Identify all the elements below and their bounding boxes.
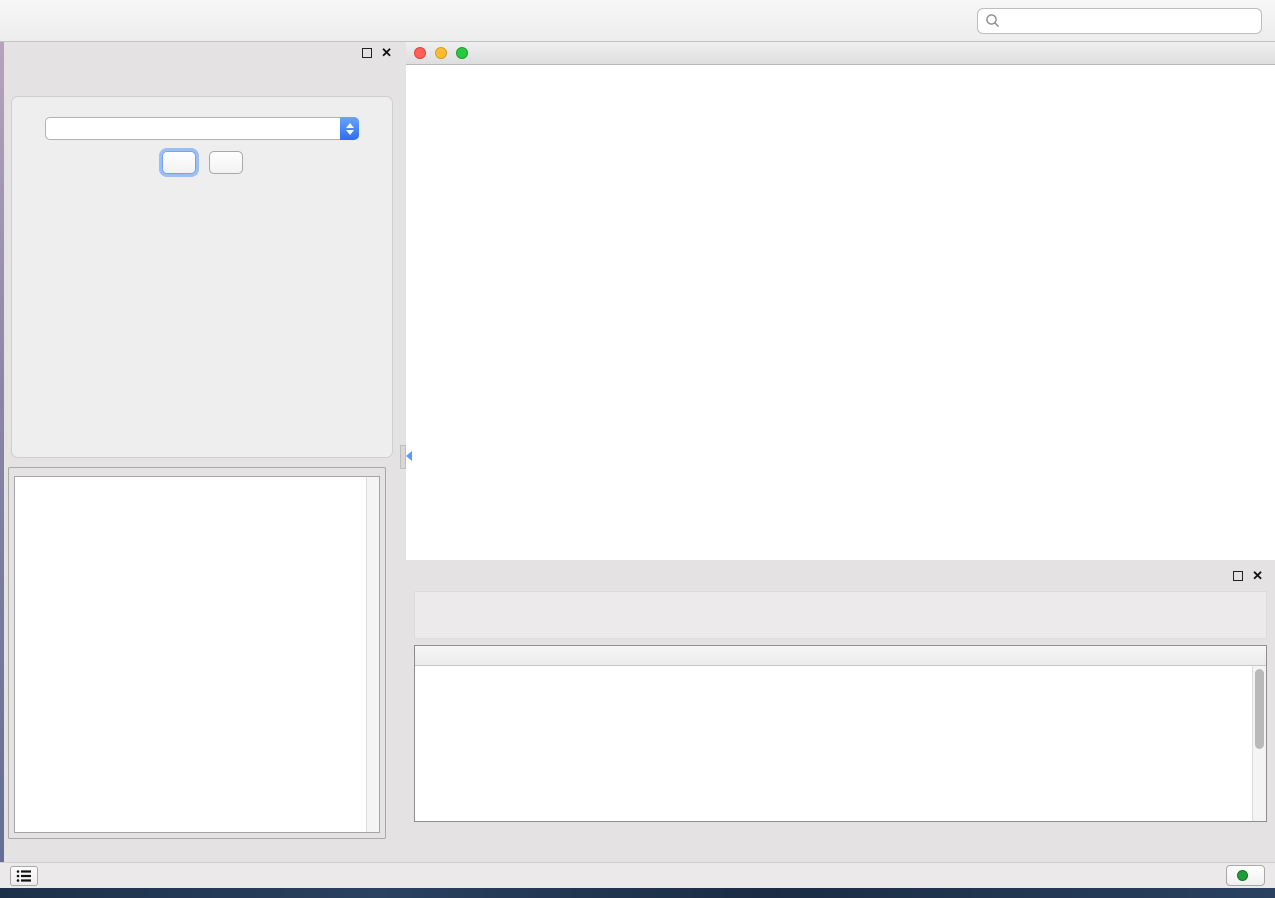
search-field[interactable]: [977, 8, 1262, 34]
table-toolbar: [414, 591, 1267, 639]
run-mcds-button[interactable]: [162, 151, 196, 174]
float-table-panel-icon[interactable]: [1233, 571, 1243, 581]
mcds-tab-panel: [11, 96, 393, 458]
main-toolbar: [0, 0, 1275, 42]
table-scrollbar[interactable]: [1252, 666, 1266, 821]
table-panel: ✕: [406, 565, 1275, 862]
float-panel-icon[interactable]: [362, 48, 372, 58]
dropdown-stepper-icon: [340, 117, 359, 140]
panel-menu-button[interactable]: [10, 866, 38, 886]
maximize-window-icon[interactable]: [456, 47, 468, 59]
network-titlebar[interactable]: [406, 42, 1275, 65]
network-window: [406, 42, 1275, 560]
table-header-row: [415, 646, 1266, 666]
mcds-result-group: [8, 467, 386, 839]
mcds-result-list: [14, 476, 380, 833]
network-canvas[interactable]: [406, 65, 1275, 560]
close-panel-icon[interactable]: ✕: [381, 48, 392, 58]
search-icon: [985, 13, 1001, 29]
status-bar: [0, 862, 1275, 888]
memory-button[interactable]: [1226, 865, 1265, 886]
control-panel-titlebar: ✕: [4, 42, 400, 68]
table-body: [415, 666, 1252, 821]
table-scrollbar-thumb[interactable]: [1255, 669, 1264, 749]
minimize-window-icon[interactable]: [435, 47, 447, 59]
control-panel: ✕: [4, 42, 400, 862]
desktop-background-strip: [0, 888, 1275, 898]
close-table-panel-icon[interactable]: ✕: [1252, 571, 1263, 581]
result-list-scrollbar[interactable]: [366, 477, 379, 832]
node-table: [414, 645, 1267, 822]
close-window-icon[interactable]: [414, 47, 426, 59]
list-menu-icon: [16, 869, 32, 883]
memory-status-icon: [1237, 870, 1248, 881]
search-input[interactable]: [1001, 14, 1261, 28]
collapse-arrow-icon[interactable]: [406, 451, 412, 461]
cytoscape-app: ✕: [0, 0, 1275, 898]
criterion-dropdown[interactable]: [45, 117, 359, 140]
table-panel-titlebar: ✕: [406, 565, 1275, 591]
close-panel-button[interactable]: [209, 151, 243, 174]
